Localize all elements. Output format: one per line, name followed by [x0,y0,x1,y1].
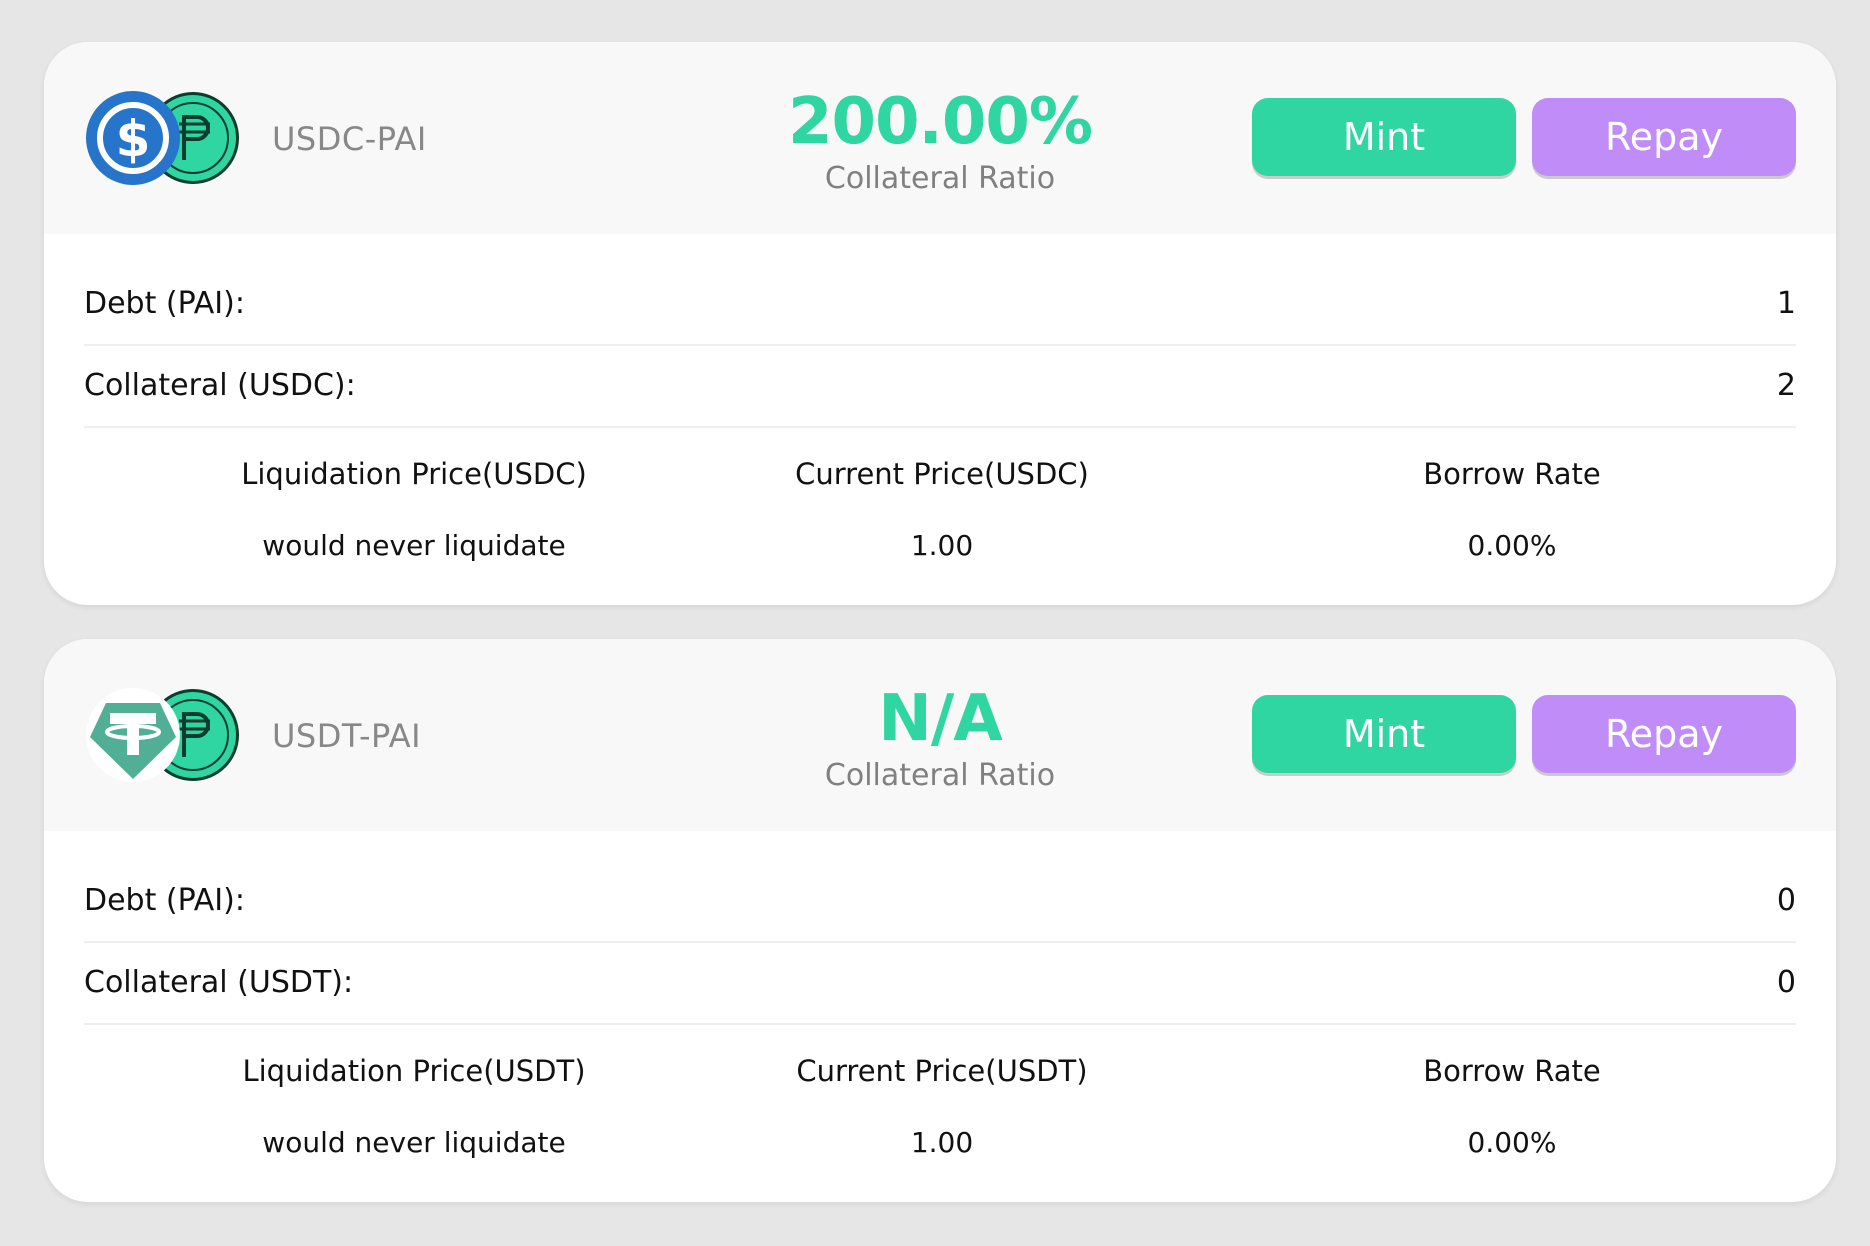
liquidation-price-label: Liquidation Price(USDC) [241,457,587,491]
collateral-ratio-value: 200.00% [787,85,1093,159]
pair-name: USDC-PAI [272,120,427,158]
liquidation-price-stat: Liquidation Price(USDT) would never liqu… [154,1051,674,1163]
debt-value: 0 [1776,883,1796,918]
current-price-stat: Current Price(USDT) 1.00 [682,1051,1202,1163]
collateral-ratio-block: N/A Collateral Ratio [744,683,1136,795]
debt-label: Debt (PAI): [84,286,245,321]
debt-value: 1 [1776,286,1796,321]
borrow-rate-value: 0.00% [1467,529,1557,562]
pair-name: USDT-PAI [272,717,422,755]
repay-button[interactable]: Repay [1532,98,1796,176]
collateral-label: Collateral (USDC): [84,368,356,403]
borrow-rate-stat: Borrow Rate 0.00% [1252,454,1772,566]
mint-button[interactable]: Mint [1252,695,1516,773]
collateral-value: 0 [1776,965,1796,1000]
collateral-ratio-label: Collateral Ratio [824,758,1056,793]
usdt-icon [86,688,180,782]
liquidation-price-stat: Liquidation Price(USDC) would never liqu… [154,454,674,566]
borrow-rate-value: 0.00% [1467,1126,1557,1159]
collateral-ratio-label: Collateral Ratio [824,161,1056,196]
liquidation-price-value: would never liquidate [262,1126,566,1159]
debt-row: Debt (PAI): 1 [84,264,1796,346]
vault-card-usdt-pai: USDT-PAI N/A Collateral Ratio Mint Repay… [44,639,1836,1202]
borrow-rate-stat: Borrow Rate 0.00% [1252,1051,1772,1163]
collateral-value: 2 [1776,368,1796,403]
debt-label: Debt (PAI): [84,883,245,918]
pair-logo [86,688,239,782]
current-price-label: Current Price(USDT) [796,1054,1088,1088]
debt-row: Debt (PAI): 0 [84,861,1796,943]
current-price-value: 1.00 [910,529,974,562]
current-price-value: 1.00 [910,1126,974,1159]
liquidation-price-label: Liquidation Price(USDT) [242,1054,586,1088]
usdc-icon: $ [86,91,180,185]
collateral-ratio-value: N/A [878,682,1002,756]
collateral-ratio-block: 200.00% Collateral Ratio [744,86,1136,198]
repay-button[interactable]: Repay [1532,695,1796,773]
collateral-row: Collateral (USDT): 0 [84,943,1796,1025]
mint-button[interactable]: Mint [1252,98,1516,176]
collateral-label: Collateral (USDT): [84,965,354,1000]
borrow-rate-label: Borrow Rate [1423,1054,1601,1088]
svg-text:$: $ [116,110,151,168]
current-price-stat: Current Price(USDC) 1.00 [682,454,1202,566]
liquidation-price-value: would never liquidate [262,529,566,562]
pair-logo: $ [86,91,239,185]
borrow-rate-label: Borrow Rate [1423,457,1601,491]
current-price-label: Current Price(USDC) [795,457,1089,491]
vault-card-usdc-pai: $ USDC-PAI 200.00% Collateral Ratio Mint… [44,42,1836,605]
collateral-row: Collateral (USDC): 2 [84,346,1796,428]
